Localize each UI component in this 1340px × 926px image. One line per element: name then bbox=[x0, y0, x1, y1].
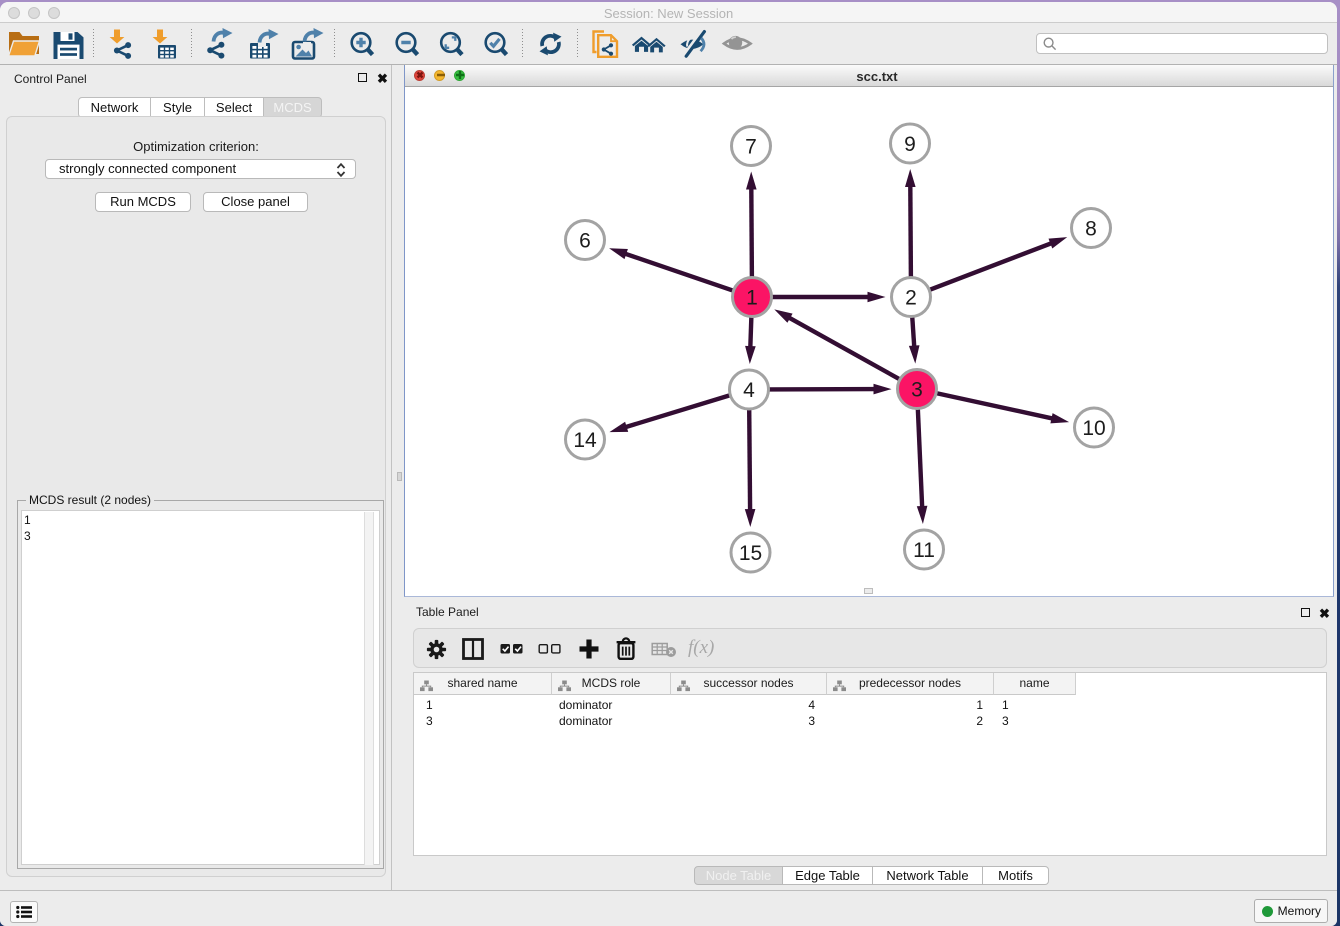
svg-text:1: 1 bbox=[746, 287, 758, 310]
svg-text:15: 15 bbox=[739, 542, 762, 565]
svg-text:10: 10 bbox=[1082, 417, 1105, 440]
svg-text:9: 9 bbox=[904, 133, 916, 156]
svg-text:6: 6 bbox=[579, 230, 591, 253]
svg-text:11: 11 bbox=[913, 539, 935, 562]
svg-text:7: 7 bbox=[745, 136, 757, 159]
svg-text:2: 2 bbox=[905, 287, 917, 310]
svg-text:14: 14 bbox=[573, 429, 597, 452]
svg-text:4: 4 bbox=[743, 379, 755, 402]
svg-text:3: 3 bbox=[911, 379, 923, 402]
svg-text:8: 8 bbox=[1085, 218, 1097, 241]
